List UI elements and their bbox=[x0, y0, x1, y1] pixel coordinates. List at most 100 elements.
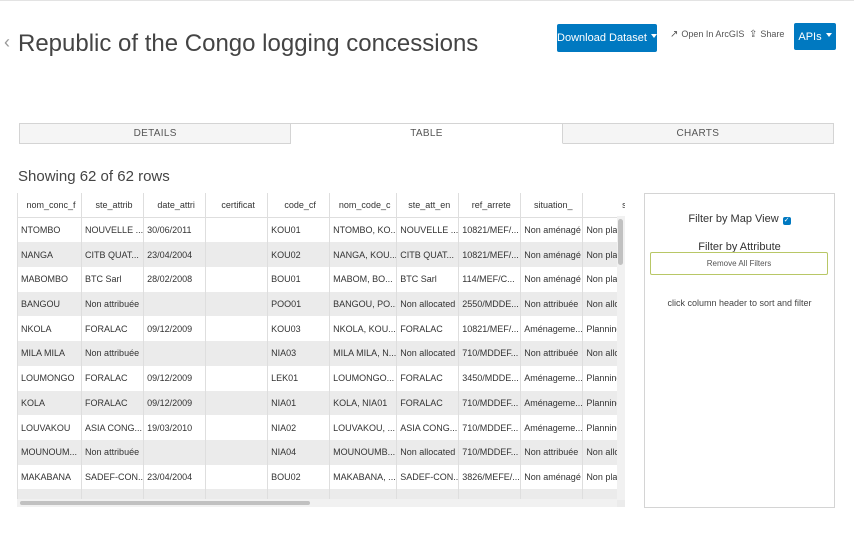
caret-down-icon bbox=[650, 34, 657, 38]
table-cell: MOUNOUMB... bbox=[329, 439, 397, 465]
filter-by-map-view[interactable]: Filter by Map View ✓ bbox=[645, 213, 834, 225]
table-cell: ASIA CONG... bbox=[81, 415, 144, 440]
apis-button[interactable]: APIs bbox=[794, 23, 836, 50]
table-cell: MABOMBO bbox=[17, 267, 82, 292]
table-cell: NTOMBO bbox=[17, 217, 82, 243]
table-row[interactable]: MABOMBO BTC Sarl 28/02/2008 BOU01 MABOM, BO.… bbox=[17, 267, 625, 292]
data-table: nom_conc_f ste_attrib date_attri certificat… bbox=[17, 193, 625, 507]
table-cell: NANGA bbox=[17, 242, 82, 268]
filter-panel: Filter by Map View ✓ Filter by Attribute … bbox=[644, 193, 835, 508]
download-dataset-button[interactable]: Download Dataset bbox=[557, 24, 657, 52]
column-header-nom-code-c[interactable]: nom_code_c bbox=[329, 193, 397, 219]
table-cell: KOLA bbox=[17, 390, 82, 416]
column-header-ste-att-en[interactable]: ste_att_en bbox=[396, 193, 459, 219]
table-cell: LOUVAKOU, ... bbox=[329, 415, 397, 440]
vertical-scroll-thumb[interactable] bbox=[618, 219, 623, 265]
column-header-date-attri[interactable]: date_attri bbox=[143, 193, 206, 219]
table-cell: Aménageme... bbox=[520, 316, 583, 342]
table-cell: 09/12/2009 bbox=[143, 365, 206, 391]
table-row[interactable]: LOUMONGO FORALAC 09/12/2009 LEK01 LOUMONGO..… bbox=[17, 365, 625, 391]
table-cell: 710/MDDEF... bbox=[458, 439, 521, 465]
table-cell bbox=[205, 267, 268, 292]
column-header-code-cf[interactable]: code_cf bbox=[267, 193, 330, 219]
table-cell: FORALAC bbox=[81, 365, 144, 391]
table-cell: LOUMONGO bbox=[17, 365, 82, 391]
open-in-arcgis-link[interactable]: ↗ Open In ArcGIS bbox=[670, 29, 744, 40]
table-row[interactable]: MOUNOUM... Non attribuée NIA04 MOUNOUMB... N… bbox=[17, 439, 625, 465]
vertical-scrollbar[interactable] bbox=[617, 216, 625, 500]
table-cell: LEK01 bbox=[267, 365, 330, 391]
table-cell bbox=[143, 341, 206, 366]
chevron-left-icon[interactable]: ‹ bbox=[4, 32, 10, 53]
column-header-certificat[interactable]: certificat bbox=[205, 193, 268, 219]
table-cell: KOLA, NIA01 bbox=[329, 390, 397, 416]
table-row[interactable]: NKOLA FORALAC 09/12/2009 KOU03 NKOLA, KOU...… bbox=[17, 316, 625, 342]
table-cell: KOU03 bbox=[267, 316, 330, 342]
table-cell: BOU01 bbox=[267, 267, 330, 292]
table-row[interactable]: NTOMBO NOUVELLE ... 30/06/2011 KOU01 NTOMBO,… bbox=[17, 217, 625, 243]
table-cell: FORALAC bbox=[396, 390, 459, 416]
page-title: Republic of the Congo logging concession… bbox=[18, 30, 479, 57]
table-cell: 710/MDDEF... bbox=[458, 341, 521, 366]
table-cell: 710/MDDEF... bbox=[458, 390, 521, 416]
table-cell: KOU01 bbox=[267, 217, 330, 243]
table-cell: 23/04/2004 bbox=[143, 242, 206, 268]
table-cell: FORALAC bbox=[396, 365, 459, 391]
table-cell bbox=[205, 217, 268, 243]
table-cell: BTC Sarl bbox=[81, 267, 144, 292]
tab-table[interactable]: TABLE bbox=[291, 123, 563, 144]
table-cell: NIA04 bbox=[267, 439, 330, 465]
table-row[interactable]: LOUVAKOU ASIA CONG... 19/03/2010 NIA02 LOUVA… bbox=[17, 415, 625, 440]
column-header-ste-attrib[interactable]: ste_attrib bbox=[81, 193, 144, 219]
table-cell: Aménageme... bbox=[520, 365, 583, 391]
table-cell: NIA02 bbox=[267, 415, 330, 440]
table-cell: MILA MILA, N... bbox=[329, 341, 397, 366]
table-cell bbox=[205, 415, 268, 440]
table-cell: Non attribuée bbox=[520, 291, 583, 317]
table-row[interactable]: NANGA CITB QUAT... 23/04/2004 KOU02 NANGA, K… bbox=[17, 242, 625, 268]
table-cell: 10821/MEF/... bbox=[458, 316, 521, 342]
download-dataset-label: Download Dataset bbox=[557, 32, 647, 44]
table-cell: BANGOU, PO... bbox=[329, 291, 397, 317]
remove-all-filters-button[interactable]: Remove All Filters bbox=[650, 252, 828, 275]
tab-details[interactable]: DETAILS bbox=[19, 123, 292, 144]
table-cell: CITB QUAT... bbox=[396, 242, 459, 268]
table-cell: 10821/MEF/... bbox=[458, 242, 521, 268]
table-cell: CITB QUAT... bbox=[81, 242, 144, 268]
table-row[interactable]: MILA MILA Non attribuée NIA03 MILA MILA, N.… bbox=[17, 341, 625, 366]
table-cell: Non allocated bbox=[396, 341, 459, 366]
horizontal-scroll-thumb[interactable] bbox=[20, 501, 310, 505]
row-count-text: Showing 62 of 62 rows bbox=[18, 168, 170, 185]
table-cell: 2550/MDDE... bbox=[458, 291, 521, 317]
column-header-situation[interactable]: situation_ bbox=[520, 193, 583, 219]
share-link[interactable]: ⇪ Share bbox=[749, 29, 784, 40]
table-cell: POO01 bbox=[267, 291, 330, 317]
sort-filter-hint: click column header to sort and filter bbox=[667, 298, 812, 308]
tab-charts-label: CHARTS bbox=[676, 128, 720, 139]
table-cell: Non attribuée bbox=[81, 291, 144, 317]
table-row[interactable]: MAKABANA SADEF-CON... 23/04/2004 BOU02 MAKAB… bbox=[17, 464, 625, 490]
table-row[interactable]: BANGOU Non attribuée POO01 BANGOU, PO... Non… bbox=[17, 291, 625, 317]
table-cell: MAKABANA, ... bbox=[329, 464, 397, 490]
table-cell: 114/MEF/C... bbox=[458, 267, 521, 292]
column-header-nom-conc-f[interactable]: nom_conc_f bbox=[17, 193, 82, 219]
tab-details-label: DETAILS bbox=[133, 128, 177, 139]
table-row[interactable]: KOLA FORALAC 09/12/2009 NIA01 KOLA, NIA01 FOR… bbox=[17, 390, 625, 416]
table-cell: NIA01 bbox=[267, 390, 330, 416]
table-cell: SADEF-CON... bbox=[396, 464, 459, 490]
column-header-sit-eng[interactable]: sit_eng bbox=[582, 193, 625, 219]
table-cell bbox=[143, 291, 206, 317]
table-cell: BOU02 bbox=[267, 464, 330, 490]
table-cell: NTOMBO, KO... bbox=[329, 217, 397, 243]
table-cell: Non aménagé bbox=[520, 242, 583, 268]
tab-charts[interactable]: CHARTS bbox=[562, 123, 834, 144]
horizontal-scrollbar[interactable] bbox=[17, 499, 617, 507]
table-cell: 3450/MDDE... bbox=[458, 365, 521, 391]
map-view-checkbox[interactable]: ✓ bbox=[782, 217, 791, 225]
column-header-ref-arrete[interactable]: ref_arrete bbox=[458, 193, 521, 219]
table-cell: NIA03 bbox=[267, 341, 330, 366]
table-cell bbox=[205, 242, 268, 268]
table-cell: 30/06/2011 bbox=[143, 217, 206, 243]
table-cell bbox=[205, 365, 268, 391]
table-cell bbox=[205, 291, 268, 317]
